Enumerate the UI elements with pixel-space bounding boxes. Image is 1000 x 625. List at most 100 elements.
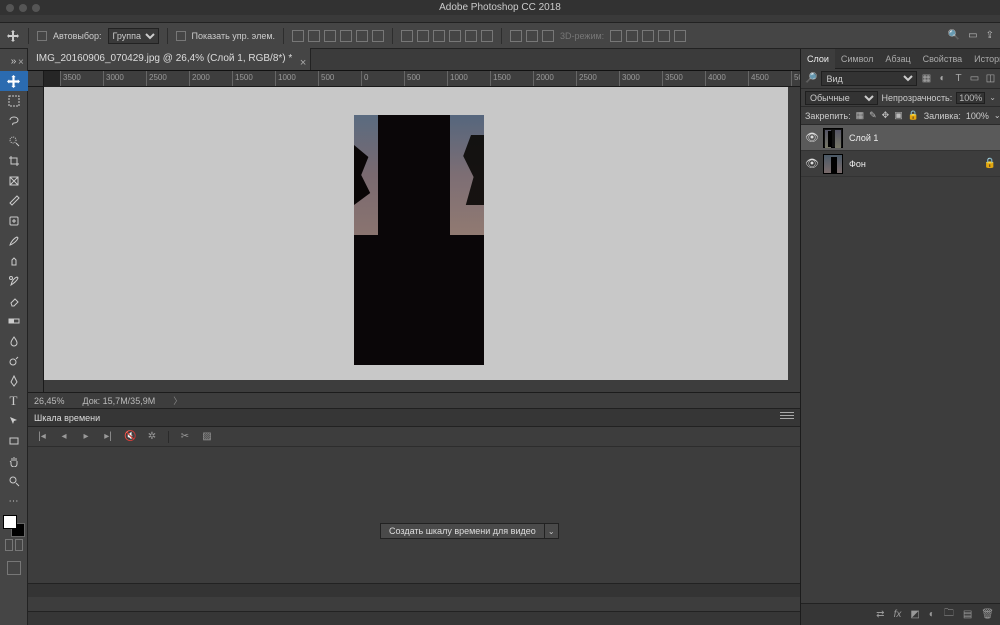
timeline-track[interactable]: [28, 583, 800, 597]
create-timeline-button[interactable]: Создать шкалу времени для видео: [380, 523, 545, 539]
vertical-ruler[interactable]: [28, 87, 44, 392]
close-dot[interactable]: [6, 4, 14, 12]
blend-mode-select[interactable]: Обычные: [805, 91, 878, 105]
align-hcenter-icon[interactable]: [356, 30, 368, 42]
lock-position-icon[interactable]: ✥: [882, 110, 890, 121]
tab-character[interactable]: Символ: [835, 49, 879, 69]
layer-thumbnail[interactable]: [823, 128, 843, 148]
layer-name[interactable]: Фон: [849, 159, 866, 169]
go-start-icon[interactable]: |◂: [36, 431, 48, 442]
transition-icon[interactable]: ▨: [201, 431, 213, 442]
layer-row[interactable]: 👁 Слой 1: [801, 125, 1000, 151]
crop-tool[interactable]: [0, 151, 28, 171]
dist-hcenter-icon[interactable]: [465, 30, 477, 42]
type-tool[interactable]: T: [0, 391, 28, 411]
prev-frame-icon[interactable]: ◂: [58, 431, 70, 442]
filter-smart-icon[interactable]: ◫: [985, 73, 996, 84]
main-menu-bar[interactable]: [0, 15, 1000, 23]
mute-icon[interactable]: 🔇: [124, 431, 136, 442]
dist-v-icon[interactable]: [526, 30, 538, 42]
color-swatches[interactable]: [3, 515, 25, 535]
fx-icon[interactable]: fx: [894, 609, 902, 620]
zoom-tool[interactable]: [0, 471, 28, 491]
history-brush-tool[interactable]: [0, 271, 28, 291]
hand-tool[interactable]: [0, 451, 28, 471]
group-icon[interactable]: 🗀: [944, 606, 954, 623]
panel-menu-icon[interactable]: [780, 412, 794, 422]
edit-toolbar[interactable]: ⋯: [0, 491, 28, 511]
gradient-tool[interactable]: [0, 311, 28, 331]
vertical-scrollbar[interactable]: [788, 87, 800, 380]
window-traffic-lights[interactable]: [6, 4, 40, 12]
new-layer-icon[interactable]: ▤: [963, 609, 972, 620]
3d-roll-icon[interactable]: [626, 30, 638, 42]
lasso-tool[interactable]: [0, 111, 28, 131]
adjustment-icon[interactable]: ◐: [929, 609, 935, 620]
align-right-icon[interactable]: [372, 30, 384, 42]
lock-pixels-icon[interactable]: ▦: [856, 110, 865, 121]
foreground-color[interactable]: [3, 515, 17, 529]
share-icon[interactable]: ⇪: [986, 30, 994, 41]
dist-vcenter-icon[interactable]: [417, 30, 429, 42]
quick-mask-toggle[interactable]: [4, 539, 24, 555]
show-transform-checkbox[interactable]: [176, 31, 186, 41]
delete-icon[interactable]: 🗑: [981, 609, 994, 620]
settings-icon[interactable]: ✲: [146, 431, 158, 442]
tab-close-icon[interactable]: ×: [18, 52, 24, 74]
tab-paragraph[interactable]: Абзац: [879, 49, 916, 69]
filter-pixel-icon[interactable]: ▦: [921, 73, 932, 84]
screen-mode-toggle[interactable]: [7, 561, 21, 575]
move-tool[interactable]: [0, 71, 28, 91]
horizontal-scrollbar[interactable]: [44, 380, 800, 392]
align-top-icon[interactable]: [292, 30, 304, 42]
layer-thumbnail[interactable]: [823, 154, 843, 174]
filter-adjust-icon[interactable]: ◐: [937, 73, 948, 84]
filter-type-icon[interactable]: T: [953, 73, 964, 84]
create-timeline-dropdown[interactable]: ⌄: [545, 523, 559, 539]
workspace-switcher-icon[interactable]: ▭: [968, 30, 977, 41]
canvas-viewport[interactable]: [44, 87, 800, 392]
rectangle-tool[interactable]: [0, 431, 28, 451]
status-more-icon[interactable]: 〉: [173, 394, 182, 407]
opacity-slider-icon[interactable]: ⌄: [989, 93, 996, 102]
opacity-value[interactable]: 100%: [956, 92, 985, 104]
horizontal-ruler[interactable]: 3500300025002000150010005000500100015002…: [60, 71, 800, 87]
layer-filter-kind[interactable]: Вид: [821, 71, 917, 86]
play-icon[interactable]: ▸: [80, 431, 92, 442]
timeline-footer[interactable]: [28, 611, 800, 625]
dist-bottom-icon[interactable]: [433, 30, 445, 42]
mask-icon[interactable]: ◩: [910, 609, 919, 620]
zoom-dot[interactable]: [32, 4, 40, 12]
more-align-icon[interactable]: [542, 30, 554, 42]
filter-shape-icon[interactable]: ▭: [969, 73, 980, 84]
lock-brush-icon[interactable]: ✎: [869, 110, 877, 121]
spot-heal-tool[interactable]: [0, 211, 28, 231]
layer-row[interactable]: 👁 Фон 🔒: [801, 151, 1000, 177]
lock-icon[interactable]: 🔒: [984, 158, 996, 169]
dist-top-icon[interactable]: [401, 30, 413, 42]
blur-tool[interactable]: [0, 331, 28, 351]
doc-size[interactable]: Док: 15,7M/35,9M: [83, 396, 156, 406]
3d-zoom-icon[interactable]: [674, 30, 686, 42]
align-bottom-icon[interactable]: [324, 30, 336, 42]
dodge-tool[interactable]: [0, 351, 28, 371]
layer-name[interactable]: Слой 1: [849, 133, 878, 143]
tab-layers[interactable]: Слои: [801, 49, 835, 69]
3d-orbit-icon[interactable]: [610, 30, 622, 42]
search-icon[interactable]: 🔍: [948, 30, 960, 41]
visibility-toggle[interactable]: 👁: [805, 157, 817, 170]
clone-tool[interactable]: [0, 251, 28, 271]
fill-slider-icon[interactable]: ⌄: [994, 111, 1000, 120]
path-select-tool[interactable]: [0, 411, 28, 431]
auto-select-target[interactable]: Группа: [108, 28, 159, 44]
next-frame-icon[interactable]: ▸|: [102, 431, 114, 442]
dist-left-icon[interactable]: [449, 30, 461, 42]
lock-artboard-icon[interactable]: ▣: [894, 110, 903, 121]
lock-all-icon[interactable]: 🔒: [908, 110, 919, 121]
tab-history[interactable]: История: [968, 49, 1000, 69]
align-left-icon[interactable]: [340, 30, 352, 42]
link-layers-icon[interactable]: ⇄: [876, 609, 884, 620]
frame-tool[interactable]: [0, 171, 28, 191]
dist-h-icon[interactable]: [510, 30, 522, 42]
eyedropper-tool[interactable]: [0, 191, 28, 211]
